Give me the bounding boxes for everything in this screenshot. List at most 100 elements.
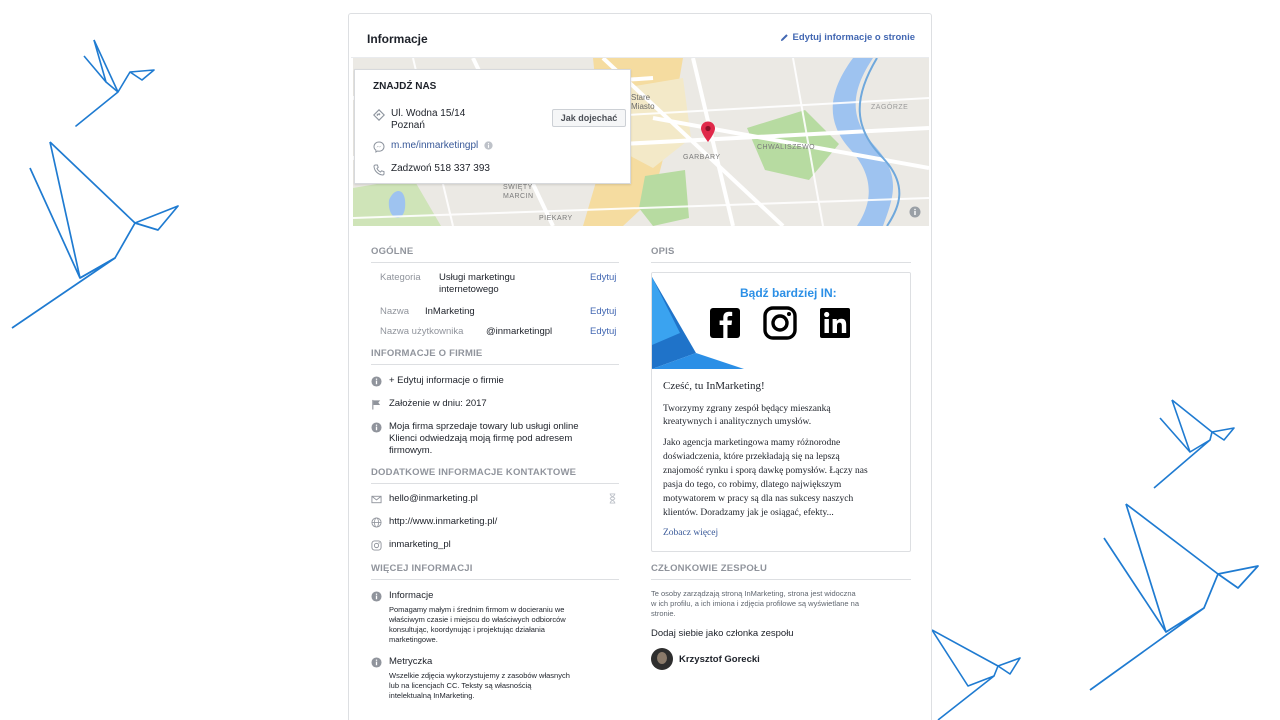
name-value: InMarketing (425, 306, 475, 317)
divider (651, 262, 911, 263)
edit-username-link[interactable]: Edytuj (590, 326, 616, 337)
description-p2-line-5: motywatorem w pracy są dla nas sukcesy n… (663, 494, 854, 504)
envelope-icon (371, 495, 382, 504)
imprint-line-2: lub na licencjach CC. Teksty są własnośc… (389, 681, 532, 690)
directions-icon (373, 109, 385, 121)
info-icon (371, 422, 382, 433)
info-icon (371, 376, 382, 387)
map-label-piekary: PIEKARY (539, 215, 573, 222)
info-icon[interactable] (484, 141, 493, 150)
edit-name-link[interactable]: Edytuj (590, 306, 616, 317)
description-p2-line-2: doświadczenia, które przekładają się na … (663, 452, 840, 462)
address-line-2: Poznań (391, 120, 425, 131)
imprint-title: Metryczka (389, 656, 433, 667)
team-member-name[interactable]: Krzysztof Gorecki (679, 654, 760, 666)
map-label-miasto: Miasto (631, 102, 655, 111)
phone-row[interactable]: Zadzwoń 518 337 393 (373, 163, 490, 176)
map-label-chwaliszewo: CHWALISZEWO (757, 144, 816, 151)
messenger-row: m.me/inmarketingpl (373, 140, 493, 153)
description-section-title: OPIS (651, 246, 675, 257)
edit-page-info-link[interactable]: Edytuj informacje o stronie (780, 32, 915, 43)
origami-bird-icon (11, 141, 179, 329)
map-pin-icon (701, 121, 715, 142)
avatar-face (657, 652, 667, 664)
avatar[interactable] (651, 648, 673, 670)
description-p2-line-3: znajomość rynku i sporą dawkę pomysłów. … (663, 466, 868, 476)
messenger-icon (373, 141, 385, 153)
team-section-title: CZŁONKOWIE ZESPOŁU (651, 563, 768, 574)
category-value-1: Usługi marketingu (439, 272, 516, 283)
description-p2-line-4: pasja do tego, co robimy, dlatego najwię… (663, 480, 842, 490)
divider (371, 364, 619, 365)
team-desc-line-2: w ich profilu, a ich imiona i zdjęcia pr… (651, 599, 860, 608)
map-label-garbary: GARBARY (683, 154, 721, 161)
banner-slogan: Bądź bardziej IN: (740, 286, 837, 300)
more-info-section-title: WIĘCEJ INFORMACJI (371, 563, 473, 574)
pencil-icon (780, 34, 788, 42)
about-line-1: Pomagamy małym i średnim firmom w docier… (389, 605, 565, 614)
address-line-1: Ul. Wodna 15/14 (391, 108, 466, 119)
username-label: Nazwa użytkownika (380, 326, 464, 337)
divider (371, 579, 619, 580)
edit-category-link[interactable]: Edytuj (590, 272, 616, 283)
phone-text: Zadzwoń 518 337 393 (391, 163, 490, 174)
business-desc-line-1: Moja firma sprzedaje towary lub usługi o… (389, 421, 579, 432)
about-line-3: konsultując, koordynując i projektując d… (389, 625, 545, 634)
description-greeting: Cześć, tu InMarketing! (663, 380, 765, 392)
description-p1-line-1: Tworzymy zgrany zespół będący mieszanką (663, 404, 831, 414)
origami-bird-icon (931, 629, 1021, 720)
description-p2-line-1: Jako agencja marketingowa mamy różnorodn… (663, 438, 841, 448)
map-info-icon[interactable] (909, 206, 921, 218)
general-section-title: OGÓLNE (371, 246, 414, 257)
see-more-link[interactable]: Zobacz więcej (663, 527, 718, 539)
flag-icon (372, 399, 381, 410)
globe-icon (371, 517, 382, 528)
panel-header: Informacje Edytuj informacje o stronie (351, 16, 929, 58)
map-label-zagorze: ZAGÓRZE (871, 104, 909, 111)
edit-page-info-label: Edytuj informacje o stronie (792, 32, 915, 43)
email-link[interactable]: hello@inmarketing.pl (389, 493, 478, 505)
origami-bird-icon (75, 39, 155, 127)
about-title: Informacje (389, 590, 434, 601)
join-team-link[interactable]: Dodaj siebie jako członka zespołu (651, 628, 794, 640)
page-info-panel: Informacje Edytuj informacje o stronie S… (348, 13, 932, 720)
imprint-line-3: intelektualną InMarketing. (389, 691, 475, 700)
team-desc-line-3: stronie. (651, 609, 676, 618)
info-icon (371, 591, 382, 602)
divider (371, 483, 619, 484)
description-card: Bądź bardziej IN: Cześć, tu InMarketing!… (651, 272, 911, 552)
username-value: @inmarketingpl (486, 326, 553, 337)
company-info-section-title: INFORMACJE O FIRMIE (371, 348, 483, 359)
website-link[interactable]: http://www.inmarketing.pl/ (389, 516, 497, 528)
directions-button[interactable]: Jak dojechać (552, 109, 626, 127)
find-us-title: ZNAJDŹ NAS (373, 81, 437, 92)
description-p2-line-6: klientów. Doradzamy jak je osiągać, efek… (663, 508, 834, 518)
page-title: Informacje (367, 32, 428, 46)
imprint-line-1: Wszelkie zdjęcia wykorzystujemy z zasobó… (389, 671, 570, 680)
founded-text: Założenie w dniu: 2017 (389, 398, 487, 409)
origami-bird-icon (1153, 399, 1235, 489)
team-desc-line-1: Te osoby zarządzają stroną InMarketing, … (651, 589, 856, 598)
divider (651, 579, 911, 580)
divider (371, 262, 619, 263)
instagram-link[interactable]: inmarketing_pl (389, 539, 451, 551)
location-map[interactable]: Stare Miasto GARBARY CHWALISZEWO ZAGÓRZE… (353, 58, 929, 226)
contact-section-title: DODATKOWE INFORMACJE KONTAKTOWE (371, 467, 577, 478)
address-row: Ul. Wodna 15/14 Poznań (373, 108, 465, 132)
edit-company-info-link[interactable]: + Edytuj informacje o firmie (389, 375, 504, 387)
messenger-link[interactable]: m.me/inmarketingpl (391, 140, 478, 151)
description-p1-line-2: kreatywnych i analitycznych umysłów. (663, 417, 812, 427)
info-icon (371, 657, 382, 668)
business-desc-line-3: firmowym. (389, 445, 433, 456)
name-label: Nazwa (380, 306, 410, 317)
about-line-2: właściwym czasie i miejscu do właściwych… (389, 615, 566, 624)
hourglass-icon (609, 493, 616, 504)
find-us-card: ZNAJDŹ NAS Ul. Wodna 15/14 Poznań Jak do… (354, 69, 631, 184)
phone-icon (373, 164, 385, 176)
instagram-icon (371, 540, 382, 551)
category-label: Kategoria (380, 272, 421, 283)
map-label-marcin: MARCIN (503, 193, 534, 200)
about-line-4: marketingowe. (389, 635, 438, 644)
business-desc-line-2: Klienci odwiedzają moją firmę pod adrese… (389, 433, 573, 444)
origami-bird-icon (1089, 503, 1259, 691)
